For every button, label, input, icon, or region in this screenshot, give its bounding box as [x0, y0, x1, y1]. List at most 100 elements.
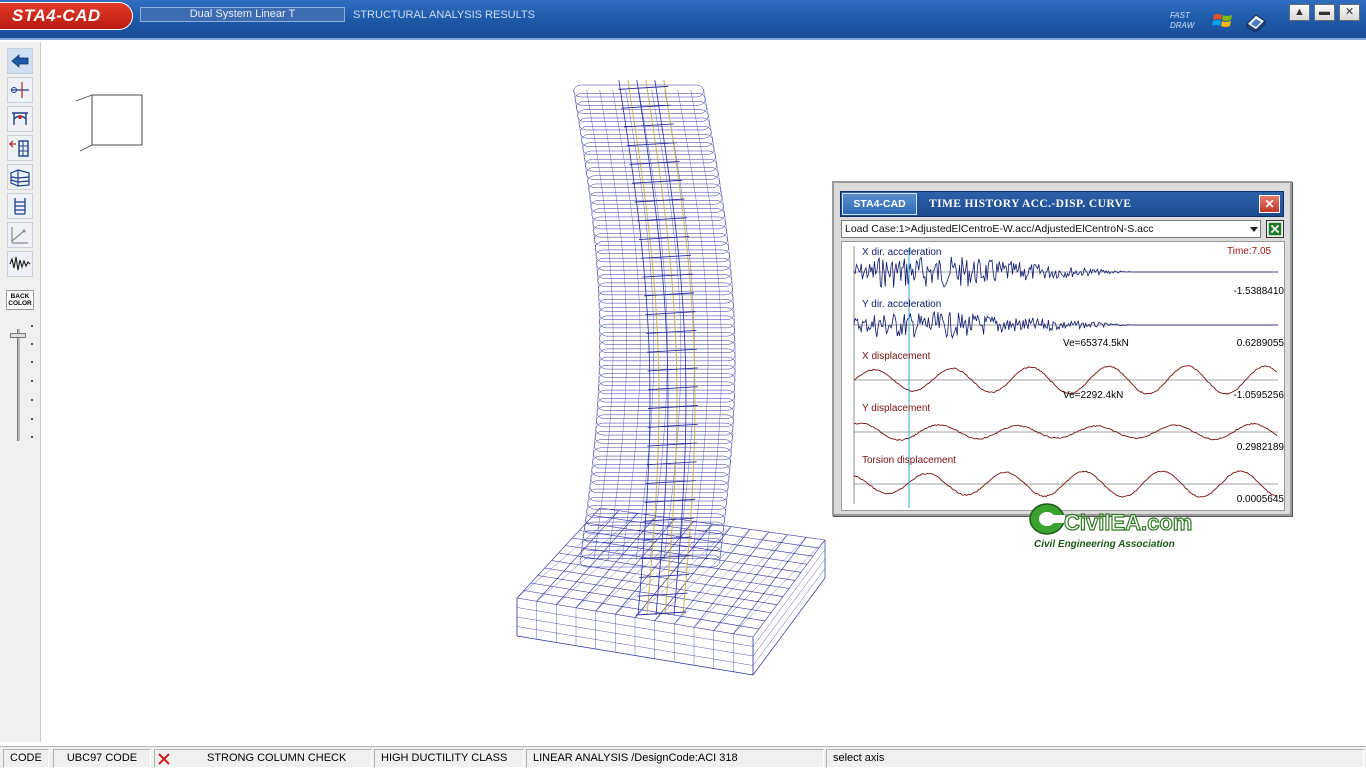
tower-column	[732, 428, 734, 437]
status-code[interactable]: CODE	[3, 749, 49, 768]
core-wall-line	[655, 492, 657, 503]
minimize-button[interactable]: ▬	[1314, 4, 1335, 21]
tower-column	[729, 461, 731, 470]
time-history-button[interactable]	[7, 251, 33, 277]
status-strong-column-label: STRONG COLUMN CHECK	[207, 752, 347, 764]
windows-logo-icon[interactable]	[1212, 10, 1234, 32]
core-wall-line	[672, 295, 675, 306]
view-orientation-cube[interactable]	[75, 94, 143, 152]
status-analysis[interactable]: LINEAR ANALYSIS /DesignCode:ACI 318	[526, 749, 824, 768]
close-window-button[interactable]: ✕	[1339, 4, 1360, 21]
core-wireframe	[618, 79, 698, 616]
zoom-slider-track[interactable]	[17, 329, 20, 441]
core-wall-line	[652, 126, 655, 137]
watermark-domain: CivilEA.com	[1063, 509, 1193, 535]
core-wall-line	[628, 89, 632, 99]
core-brace	[645, 480, 696, 485]
back-color-button[interactable]: BACK COLOR	[6, 290, 34, 310]
core-wall-line	[663, 295, 666, 306]
chevron-down-icon[interactable]	[1250, 227, 1258, 232]
time-history-panel[interactable]: STA4-CAD TIME HISTORY ACC.-DISP. CURVE ✕…	[832, 181, 1292, 516]
core-wall-line	[627, 79, 630, 90]
podium-grid-line	[586, 522, 814, 557]
core-wall-line	[633, 117, 636, 128]
core-wall-line	[639, 164, 643, 174]
core-wall-line	[639, 230, 642, 240]
fast-draw-toggle[interactable]: FAST DRAW	[1170, 11, 1194, 31]
core-wall-line	[673, 145, 676, 156]
podium-grid-line	[733, 537, 807, 634]
core-wall-line	[687, 539, 690, 550]
podium-side-line	[752, 558, 826, 657]
core-wall-line	[689, 521, 691, 531]
3d-building-button[interactable]	[7, 164, 33, 190]
back-color-line2: COLOR	[8, 300, 32, 307]
core-wall-line	[641, 248, 644, 259]
core-brace	[647, 405, 698, 409]
zoom-slider-thumb[interactable]	[10, 333, 26, 338]
core-wall-line	[655, 314, 658, 325]
trace-value-torsion: 0.0005645	[1236, 494, 1284, 505]
core-wall-line	[637, 605, 640, 616]
core-wall-line	[682, 492, 684, 503]
slider-tick	[31, 343, 33, 345]
core-wall-line	[641, 173, 644, 184]
core-wall-line	[682, 305, 684, 315]
frame-icon	[12, 112, 28, 125]
podium-mesh	[516, 507, 826, 676]
core-wall-line	[682, 314, 685, 325]
back-arrow-button[interactable]	[7, 48, 33, 74]
graph-axes-button[interactable]	[7, 222, 33, 248]
core-wall-line	[647, 596, 650, 606]
status-ductility[interactable]: HIGH DUCTILITY CLASS	[374, 749, 524, 768]
restore-button[interactable]: ▲	[1289, 4, 1310, 21]
core-wall-line	[655, 145, 658, 156]
core-wall-line	[673, 211, 676, 221]
back-arrow-icon	[11, 54, 29, 68]
status-ubc-code[interactable]: UBC97 CODE	[53, 749, 151, 768]
core-wall-line	[666, 98, 669, 109]
tower-column	[597, 271, 598, 280]
core-wall-line	[670, 126, 673, 137]
frame-button[interactable]	[7, 106, 33, 132]
podium-edge	[752, 577, 826, 676]
project-name-field[interactable]: Dual System Linear T	[140, 7, 345, 22]
core-wall-line	[648, 586, 650, 597]
time-history-panel-title-bar[interactable]: STA4-CAD TIME HISTORY ACC.-DISP. CURVE ✕	[840, 191, 1284, 217]
status-strong-column[interactable]: STRONG COLUMN CHECK	[154, 749, 372, 768]
panel-close-button[interactable]: ✕	[1259, 195, 1280, 213]
tower-column	[731, 436, 733, 445]
panel-caption: TIME HISTORY ACC.-DISP. CURVE	[929, 198, 1132, 210]
slider-tick	[31, 380, 33, 382]
trace-value-y-acc: 0.6289055	[1236, 338, 1284, 349]
excel-export-icon[interactable]	[1266, 220, 1284, 238]
core-brace	[645, 311, 696, 316]
tower-column	[596, 263, 598, 272]
core-brace	[643, 517, 694, 522]
building-load-icon	[9, 140, 29, 157]
core-brace	[637, 592, 688, 597]
tower-column	[594, 238, 596, 247]
core-wall-line	[691, 314, 694, 325]
time-history-plot[interactable]: X dir. acceleration Time:7.05 -1.5388410…	[841, 241, 1285, 511]
draw-settings-icon[interactable]	[1244, 11, 1268, 33]
core-wall-line	[648, 230, 651, 240]
mode-title: STRUCTURAL ANALYSIS RESULTS	[353, 9, 535, 21]
core-wall-line	[668, 173, 671, 184]
building-load-button[interactable]	[7, 135, 33, 161]
slider-tick	[31, 418, 33, 420]
core-wall-line	[682, 211, 685, 221]
core-wall-line	[660, 183, 663, 193]
tower-column	[595, 254, 597, 264]
frame-elevation-button[interactable]	[7, 193, 33, 219]
core-brace	[646, 329, 697, 334]
core-wall-line	[664, 89, 668, 99]
core-wall-line	[671, 521, 673, 531]
podium-grid-line	[593, 515, 820, 549]
core-wall-line	[638, 596, 641, 606]
core-brace	[640, 254, 691, 259]
load-case-select[interactable]: Load Case:1>AdjustedElCentroE-W.acc/Adju…	[841, 220, 1261, 238]
core-wall-line	[676, 568, 679, 578]
axis-node-button[interactable]	[7, 77, 33, 103]
slider-tick	[31, 436, 33, 438]
